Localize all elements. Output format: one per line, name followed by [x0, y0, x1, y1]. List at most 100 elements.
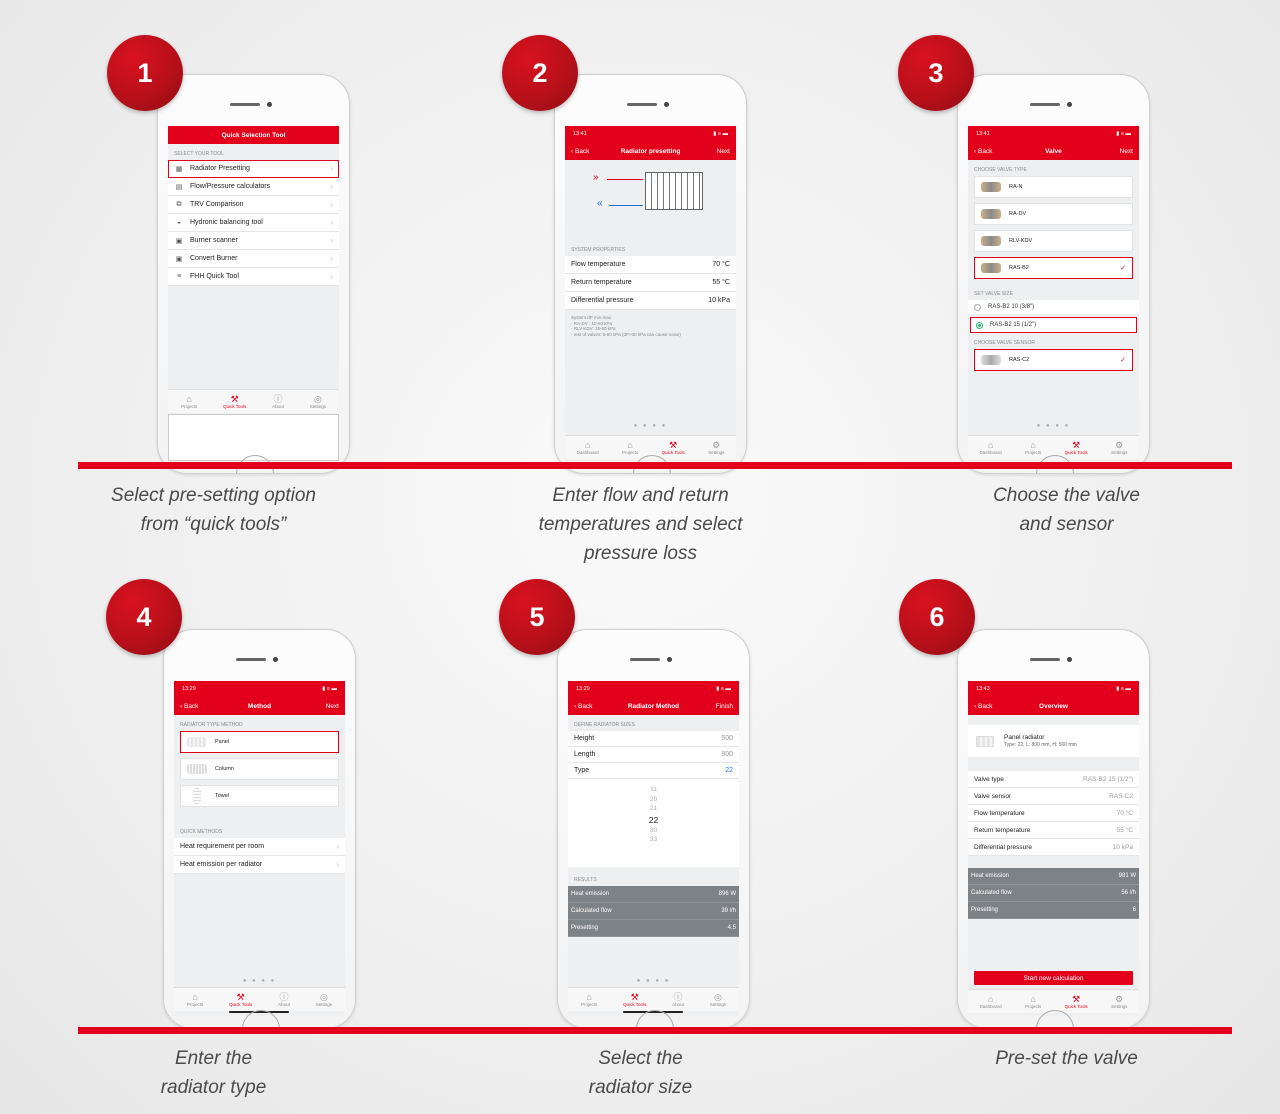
- next-button[interactable]: Next: [717, 148, 730, 155]
- note-line: - rest of valves: 5-60 kPa (dP>30 kPa ca…: [571, 331, 681, 337]
- valve-sensor-row: Valve sensor RAS-C2: [968, 788, 1139, 805]
- start-new-calculation-button[interactable]: Start new calculation: [974, 971, 1133, 985]
- radiator-type-panel[interactable]: Panel: [180, 731, 339, 753]
- picker-option: 20: [649, 795, 658, 803]
- type-picker[interactable]: 11 20 21 22 30 33: [568, 779, 739, 867]
- back-button[interactable]: ‹ Back: [974, 703, 992, 710]
- flow-temperature-row[interactable]: Flow temperature 70 °C: [565, 256, 736, 274]
- size-option-15[interactable]: RAS-B2 15 (1/2"): [970, 317, 1137, 333]
- screen-title: Radiator presetting: [620, 147, 681, 155]
- row-label: Flow temperature: [974, 809, 1025, 817]
- caption: Enter the radiator type: [0, 1044, 427, 1102]
- tab-quick-tools[interactable]: ⚒ Quick Tools: [1065, 440, 1088, 455]
- nav-bar: ‹ Back Valve Next: [968, 142, 1139, 160]
- radiator-type-towel[interactable]: Towel: [180, 785, 339, 807]
- tool-item-fhh-quick-tool[interactable]: ≡ FHH Quick Tool ›: [168, 268, 339, 286]
- tab-settings[interactable]: ⚙ Settings: [1111, 994, 1127, 1009]
- valve-option-ra-n[interactable]: RA-N: [974, 176, 1133, 198]
- check-icon: ✓: [1120, 357, 1126, 364]
- tab-quick-tools[interactable]: ⚒ Quick Tools: [1065, 994, 1088, 1009]
- compare-icon: ⧉: [176, 200, 182, 208]
- tab-projects[interactable]: ⌂ Projects: [181, 394, 197, 409]
- quick-method-heat-requirement[interactable]: Heat requirement per room ›: [174, 838, 345, 856]
- status-bar: 13:43 ▮ ≡ ▬: [968, 681, 1139, 697]
- section-header: QUICK METHODS: [180, 829, 223, 835]
- tab-dashboard[interactable]: ⌂ Dashboard: [980, 440, 1002, 455]
- tab-quick-tools[interactable]: ⚒ Quick Tools: [623, 992, 646, 1007]
- tool-item-burner-scanner[interactable]: ▣ Burner scanner ›: [168, 232, 339, 250]
- tool-item-hydronic-balancing[interactable]: ◒ Hydronic balancing tool ›: [168, 214, 339, 232]
- valve-option-rlv-kdv[interactable]: RLV-KDV: [974, 230, 1133, 252]
- back-button[interactable]: ‹ Back: [571, 148, 589, 155]
- tool-item-convert-burner[interactable]: ▣ Convert Burner ›: [168, 250, 339, 268]
- height-row[interactable]: Height 500: [568, 731, 739, 747]
- tab-settings[interactable]: ⚙ Settings: [708, 440, 724, 455]
- next-button[interactable]: Next: [1120, 148, 1133, 155]
- finish-button[interactable]: Finish: [716, 703, 733, 710]
- differential-pressure-row[interactable]: Differential pressure 10 kPa: [565, 292, 736, 310]
- valve-label: RA-DV: [1009, 211, 1027, 217]
- tab-quick-tools[interactable]: ⚒ Quick Tools: [229, 992, 252, 1007]
- tool-item-flow-pressure[interactable]: ▤ Flow/Pressure calculators ›: [168, 178, 339, 196]
- tab-projects[interactable]: ⌂ Projects: [622, 440, 638, 455]
- balance-icon: ◒: [176, 219, 182, 226]
- valve-type-row: Valve type RAS-B2 15 (1/2"): [968, 771, 1139, 788]
- tab-settings[interactable]: ◎ Settings: [316, 992, 332, 1007]
- type-row[interactable]: Type 22: [568, 763, 739, 779]
- type-label: Panel: [215, 739, 230, 745]
- tab-projects[interactable]: ⌂ Projects: [187, 992, 203, 1007]
- system-properties-group: Flow temperature 70 °C Return temperature…: [565, 256, 736, 310]
- back-label: Back: [577, 702, 593, 710]
- step-1: 1 Quick Selection Tool SELECT YOUR TOOL …: [0, 0, 427, 557]
- back-button[interactable]: ‹ Back: [974, 148, 992, 155]
- divider-line-bottom: [78, 1027, 1232, 1034]
- tab-settings[interactable]: ⚙ Settings: [1111, 440, 1127, 455]
- tool-item-radiator-presetting[interactable]: ▦ Radiator Presetting ›: [168, 160, 339, 178]
- picker-option-selected: 22: [648, 814, 659, 825]
- tool-item-trv-comparison[interactable]: ⧉ TRV Comparison ›: [168, 196, 339, 214]
- chevron-right-icon: ›: [330, 272, 333, 281]
- tab-about[interactable]: ⓘ About: [278, 992, 290, 1007]
- step-number-badge: 5: [499, 579, 575, 655]
- tab-projects[interactable]: ⌂ Projects: [1025, 440, 1041, 455]
- tools-icon: ⚒: [230, 394, 239, 404]
- row-value: 55 °C: [712, 279, 730, 286]
- tab-about[interactable]: ⓘ About: [672, 992, 684, 1007]
- back-button[interactable]: ‹ Back: [180, 703, 198, 710]
- tab-quick-tools[interactable]: ⚒ Quick Tools: [662, 440, 685, 455]
- back-label: Back: [183, 702, 199, 710]
- sensor-option-ras-c2[interactable]: RAS-C2 ✓: [974, 349, 1133, 371]
- quick-method-heat-emission[interactable]: Heat emission per radiator ›: [174, 856, 345, 874]
- tab-settings[interactable]: ◎ Settings: [710, 992, 726, 1007]
- status-icons: ▮ ≡ ▬: [713, 131, 728, 137]
- return-temperature-row[interactable]: Return temperature 55 °C: [565, 274, 736, 292]
- info-icon: ⓘ: [673, 992, 683, 1002]
- tab-settings[interactable]: ◎ Settings: [310, 394, 326, 409]
- result-label: Presetting: [571, 925, 599, 931]
- tool-label: Radiator Presetting: [190, 165, 250, 172]
- phone-screen: 13:43 ▮ ≡ ▬ ‹ Back Overview Panel radiato…: [968, 681, 1139, 1016]
- back-button[interactable]: ‹ Back: [574, 703, 592, 710]
- flow-pipe: [607, 179, 643, 180]
- tab-dashboard[interactable]: ⌂ Dashboard: [577, 440, 599, 455]
- page-dots: ● ● ● ●: [633, 423, 668, 429]
- length-row[interactable]: Length 800: [568, 747, 739, 763]
- size-option-10[interactable]: RAS-B2 10 (3/8"): [968, 300, 1139, 314]
- tab-quick-tools[interactable]: ⚒ Quick Tools: [223, 394, 246, 409]
- tab-about[interactable]: ⓘ About: [272, 394, 284, 409]
- back-label: Back: [977, 147, 993, 155]
- row-value: 10 kPa: [708, 297, 730, 304]
- valve-option-ras-b2[interactable]: RAS-B2 ✓: [974, 257, 1133, 279]
- valve-option-ra-dv[interactable]: RA-DV: [974, 203, 1133, 225]
- next-button[interactable]: Next: [326, 703, 339, 710]
- tab-projects[interactable]: ⌂ Projects: [581, 992, 597, 1007]
- tab-dashboard[interactable]: ⌂ Dashboard: [980, 994, 1002, 1009]
- tab-label: Settings: [1111, 1004, 1128, 1009]
- result-value: 39 l/h: [721, 908, 736, 914]
- tab-label: Projects: [1024, 450, 1042, 455]
- tab-projects[interactable]: ⌂ Projects: [1025, 994, 1041, 1009]
- section-header: RESULTS: [574, 877, 597, 883]
- radiator-type-column[interactable]: Column: [180, 758, 339, 780]
- section-header: CHOOSE VALVE SENSOR: [974, 340, 1035, 346]
